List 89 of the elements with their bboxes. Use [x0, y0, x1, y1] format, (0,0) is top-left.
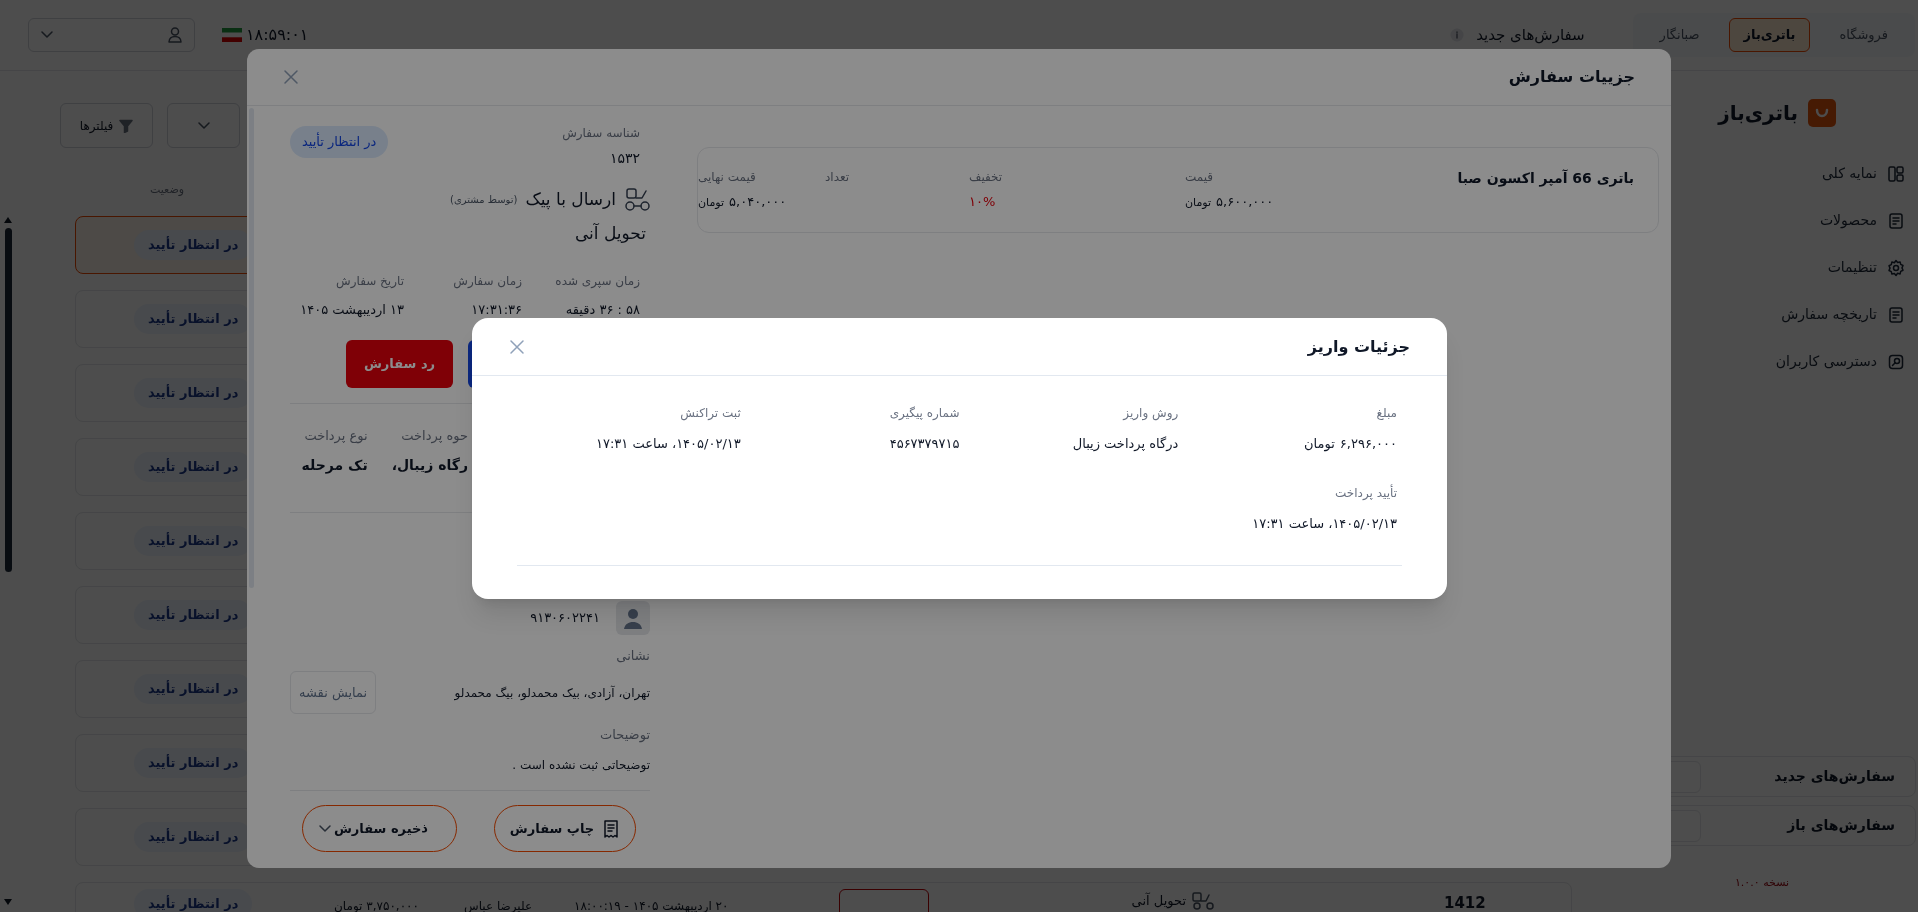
sidebar-item[interactable]: دسترسی کاربران	[1638, 338, 1905, 385]
close-button[interactable]	[283, 69, 299, 85]
sidebar-item[interactable]: نمایه کلی	[1638, 150, 1905, 197]
field-label: تاریخ سفارش	[336, 273, 404, 290]
field-label: شناسه سفارش	[562, 125, 640, 142]
flag-icon	[222, 28, 242, 42]
page-title: سفارش‌های جدید	[1476, 24, 1585, 46]
field-value: ۱۳ اردیبهشت ۱۴۰۵	[300, 301, 404, 319]
sidebar-item[interactable]: تاریخچه سفارش	[1638, 291, 1905, 338]
summary-label: سفارش‌های جدید	[1774, 767, 1895, 786]
field-label: روش واریز	[1123, 405, 1179, 422]
sidebar-item[interactable]: محصولات	[1638, 197, 1905, 244]
clock: ۱۸:۵۹:۰۱	[246, 24, 309, 46]
brand-name: باتری‌باز	[1718, 100, 1798, 127]
field-label: زمان سپری شده	[555, 273, 640, 290]
avatar-icon	[616, 601, 650, 635]
currency-unit: تومان	[1304, 435, 1335, 454]
document-icon	[1887, 305, 1905, 324]
scooter-icon	[624, 187, 650, 212]
field-value: رگاه زیبال،	[391, 456, 468, 475]
field-label: تعداد	[825, 169, 850, 186]
field-label: مبلغ	[1376, 405, 1397, 422]
scooter-icon	[1192, 891, 1214, 910]
field-label: زمان سفارش	[453, 273, 522, 290]
dialog-title: جزییات سفارش	[1508, 66, 1635, 88]
user-menu[interactable]	[28, 18, 195, 52]
scrollbar-thumb[interactable]	[4, 228, 12, 572]
map-button[interactable]: نمایش نقشه	[290, 671, 377, 714]
status-badge: در انتظار تأیید	[290, 126, 389, 158]
user-icon	[168, 27, 182, 43]
summary-label: سفارش‌های باز	[1787, 816, 1895, 835]
field-label: توضیحات	[600, 727, 650, 742]
order-date: ۲۰ اردیبهشت ۱۴۰۵ - ۱۸:۰۰:۱۹	[574, 899, 729, 912]
field-value: ۱۴۰۵/۰۲/۱۳، ساعت ۱۷:۳۱	[1252, 514, 1397, 533]
field-value: ۵,۰۴۰,۰۰۰	[729, 193, 787, 211]
field-value: تک مرحله	[301, 456, 368, 476]
delivery-type: تحویل آنی	[574, 222, 646, 243]
version-text: نسخه ۱.۰.۰	[1734, 874, 1790, 891]
order-id: 1412	[1444, 894, 1486, 912]
key-icon	[1887, 352, 1905, 371]
field-label: نشانی	[616, 648, 650, 663]
document-icon	[1887, 211, 1905, 230]
settings-icon	[1887, 258, 1905, 277]
field-label: تخفیف	[969, 169, 1003, 186]
status-badge: در انتظار تأیید	[134, 889, 253, 912]
address: تهران، آزادی، بیک محمدلو، بیگ محمدلو	[454, 684, 650, 702]
field-value: ۱۴۰۵/۰۲/۱۳، ساعت ۱۷:۳۱	[595, 435, 741, 453]
notes-text: توضیحاتی ثبت نشده است .	[512, 758, 650, 772]
dropdown[interactable]	[167, 103, 240, 148]
scroll-down-icon[interactable]	[3, 898, 13, 906]
tab[interactable]: باتری‌باز	[1728, 18, 1811, 52]
field-label: نوع پرداخت	[304, 426, 368, 445]
field-value: ۵۸ : ۳۶ دقیقه	[565, 301, 640, 319]
close-button[interactable]	[509, 338, 525, 355]
currency-unit: تومان	[1185, 195, 1212, 211]
reject-button[interactable]: رد سفارش	[346, 339, 453, 388]
shipping-method: ارسال با پیک	[525, 188, 616, 212]
sidebar-item[interactable]: تنظیمات	[1638, 244, 1905, 291]
field-value: درگاه پرداخت زیبال	[1072, 435, 1179, 454]
currency-unit: تومان	[698, 195, 725, 211]
dialog-title: جزئیات واریز	[1307, 335, 1410, 358]
chevron-down-icon	[41, 31, 53, 39]
filter-button[interactable]: فیلترها	[60, 103, 153, 148]
chevron-down-icon	[319, 824, 331, 833]
field-value: ۵,۶۰۰,۰۰۰	[1216, 193, 1274, 211]
close-icon	[283, 69, 299, 85]
shipping-note: (توسط مشتری)	[450, 193, 518, 208]
field-label: ثبت تراکنش	[680, 405, 741, 422]
field-value: ۱۰%	[969, 193, 996, 211]
filter-icon	[119, 118, 134, 133]
scroll-up-icon[interactable]	[3, 216, 13, 224]
order-id: ۱۵۳۲	[609, 149, 640, 168]
field-label: تأیید پرداخت	[1335, 483, 1397, 502]
info-icon	[1450, 28, 1465, 42]
field-value: ۱۷:۳۱:۳۶	[471, 301, 522, 319]
layout-icon	[1887, 164, 1905, 183]
receipt-icon	[602, 819, 621, 838]
logo-icon	[1808, 99, 1836, 127]
close-icon	[509, 338, 525, 355]
field-label: قیمت	[1185, 169, 1214, 186]
field-label: قیمت نهایی	[698, 169, 756, 186]
field-label: حوه پرداخت	[401, 426, 468, 445]
delivery-type: تحویل آنی	[1131, 891, 1186, 911]
field-label: شماره پیگیری	[889, 405, 960, 422]
product-name: باتری 66 آمپر اکسون صبا	[1456, 168, 1634, 189]
field-value: ۴۵۶۷۳۷۹۷۱۵	[889, 435, 960, 453]
field-value: ۶,۲۹۶,۰۰۰	[1339, 435, 1397, 453]
phone-number: ۹۱۳۰۶۰۲۲۴۱	[530, 609, 600, 628]
chevron-down-icon	[197, 121, 210, 130]
